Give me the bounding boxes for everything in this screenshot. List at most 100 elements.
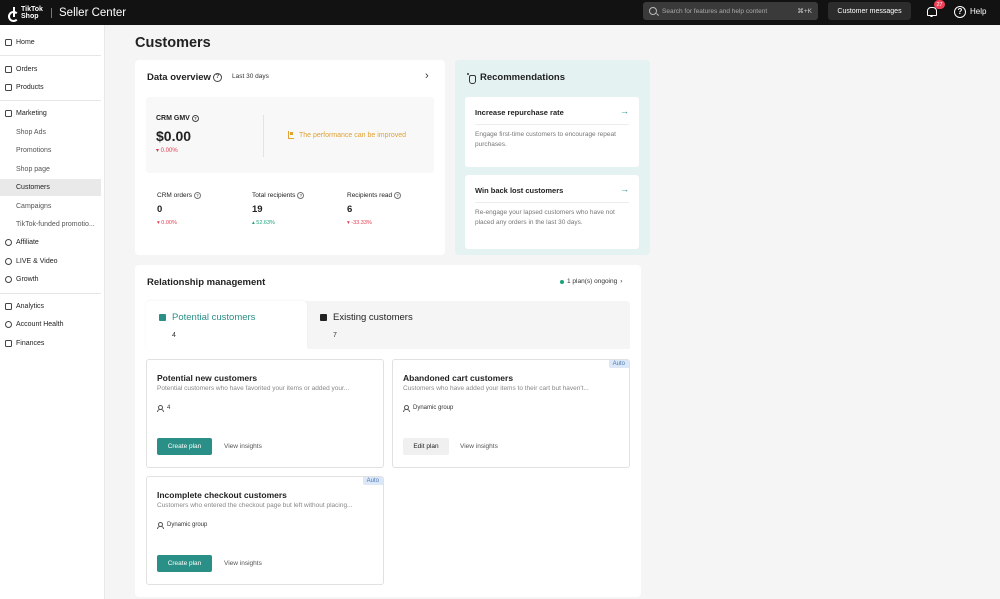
data-overview-title-text: Data overview (147, 72, 211, 83)
metric-change: ▾ 0.00% (157, 220, 177, 226)
lightbulb-icon (467, 72, 476, 84)
metric-crm-orders: CRM orders? 0 ▾ 0.00% (157, 192, 202, 226)
sidebar-item-home[interactable]: Home (0, 34, 101, 51)
view-insights-link[interactable]: View insights (224, 438, 262, 455)
tab-existing-customers[interactable]: Existing customers 7 (308, 301, 630, 349)
search-icon (649, 7, 657, 15)
auto-badge: Auto (608, 360, 629, 368)
shield-icon (5, 321, 12, 328)
info-icon[interactable]: ? (394, 192, 402, 199)
status-dot (560, 279, 564, 284)
products-icon (5, 84, 12, 91)
metric-label-text: CRM orders (157, 192, 193, 199)
sidebar-item-shop-ads[interactable]: Shop Ads (0, 124, 101, 141)
metric-label: Total recipients? (252, 192, 305, 199)
metric-change: ▴ 52.63% (252, 220, 275, 226)
arrow-right-icon[interactable]: → (620, 184, 629, 194)
sidebar-item-account-health[interactable]: Account Health (0, 316, 101, 333)
segment-card-potential-new: Potential new customers Potential custom… (146, 359, 384, 468)
growth-icon (5, 276, 12, 283)
sidebar-item-tiktok-funded[interactable]: TikTok-funded promotio... (0, 216, 101, 233)
segment-description: Customers who entered the checkout page … (157, 502, 353, 509)
metric-label-text: Total recipients (252, 192, 296, 199)
customer-tabs: Potential customers 4 Existing customers… (146, 301, 630, 349)
header-divider (51, 7, 52, 18)
relationship-management-card: Relationship management 1 plan(s) ongoin… (135, 265, 641, 597)
metric-value: 6 (347, 204, 353, 215)
user-icon (157, 405, 164, 412)
info-icon[interactable]: ? (191, 115, 199, 122)
sidebar-item-campaigns[interactable]: Campaigns (0, 198, 101, 215)
sidebar-item-growth[interactable]: Growth (0, 271, 101, 288)
sidebar-divider (0, 55, 101, 56)
sidebar-item-label: Home (16, 39, 35, 46)
recommendation-title: Increase repurchase rate (475, 108, 564, 117)
info-icon[interactable]: ? (212, 73, 222, 82)
customer-messages-button[interactable]: Customer messages (828, 2, 911, 20)
sidebar-item-analytics[interactable]: Analytics (0, 298, 101, 315)
recommendation-title: Win back lost customers (475, 186, 564, 195)
recommendations-title-text: Recommendations (480, 72, 565, 83)
help-icon[interactable]: ? (954, 6, 966, 18)
info-icon[interactable]: ? (194, 192, 202, 199)
segment-card-incomplete-checkout: Auto Incomplete checkout customers Custo… (146, 476, 384, 585)
segment-meta-text: Dynamic group (413, 405, 454, 411)
sidebar-item-label: Affiliate (16, 239, 39, 246)
create-plan-button[interactable]: Create plan (157, 438, 212, 455)
metric-change: ▾ -33.33% (347, 220, 372, 226)
relationship-title: Relationship management (147, 277, 266, 288)
tab-label: Potential customers (172, 312, 256, 323)
gmv-value: $0.00 (156, 128, 192, 144)
performance-note-text: The performance can be improved (299, 131, 406, 139)
edit-plan-button[interactable]: Edit plan (403, 438, 449, 455)
segment-meta: Dynamic group (157, 522, 207, 529)
bookmark-icon (159, 314, 166, 321)
analytics-icon (5, 303, 12, 310)
segment-meta: Dynamic group (403, 405, 454, 412)
recommendation-repurchase[interactable]: Increase repurchase rate → Engage first-… (465, 97, 639, 167)
info-icon[interactable]: ? (297, 192, 305, 199)
search-input[interactable]: Search for features and help content ⌘+K (643, 2, 818, 20)
tab-count: 7 (333, 332, 337, 339)
sidebar-item-finances[interactable]: Finances (0, 335, 101, 352)
segment-description: Customers who have added your items to t… (403, 385, 589, 392)
sidebar-item-label: Marketing (16, 110, 47, 117)
divider (475, 124, 629, 125)
sidebar-item-promotions[interactable]: Promotions (0, 142, 101, 159)
recommendation-win-back[interactable]: Win back lost customers → Re-engage your… (465, 175, 639, 249)
tiktok-shop-logo[interactable]: TikTok Shop (6, 6, 45, 22)
search-placeholder: Search for features and help content (662, 7, 768, 15)
tab-potential-customers[interactable]: Potential customers 4 (146, 301, 307, 349)
sidebar-item-label: LIVE & Video (16, 258, 58, 265)
user-icon (403, 405, 410, 412)
sidebar-item-marketing[interactable]: Marketing (0, 105, 101, 122)
megaphone-icon (5, 110, 12, 117)
tiktok-logo-icon (6, 6, 19, 22)
arrow-right-icon[interactable]: → (620, 106, 629, 116)
view-insights-link[interactable]: View insights (460, 438, 498, 455)
chevron-right-icon[interactable]: › (425, 70, 429, 82)
segment-title: Incomplete checkout customers (157, 490, 287, 500)
metric-label: CRM orders? (157, 192, 202, 199)
segment-card-abandoned-cart: Auto Abandoned cart customers Customers … (392, 359, 630, 468)
recommendations-title: Recommendations (467, 72, 565, 84)
metric-value: 0 (157, 204, 163, 215)
divider (475, 202, 629, 203)
sidebar-item-customers[interactable]: Customers (0, 179, 101, 196)
app-title: Seller Center (59, 6, 127, 19)
sidebar-item-shop-page[interactable]: Shop page (0, 161, 101, 178)
view-insights-link[interactable]: View insights (224, 555, 262, 572)
sidebar-item-affiliate[interactable]: Affiliate (0, 234, 101, 251)
ongoing-plans-link[interactable]: 1 plan(s) ongoing › (560, 278, 622, 285)
data-overview-title: Data overview ? (147, 72, 222, 83)
help-link[interactable]: Help (970, 7, 986, 16)
metric-label: Recipients read? (347, 192, 402, 199)
metric-total-recipients: Total recipients? 19 ▴ 52.63% (252, 192, 305, 226)
segment-meta: 4 (157, 405, 170, 412)
sidebar-item-live-video[interactable]: LIVE & Video (0, 253, 101, 270)
sidebar-item-label: Finances (16, 340, 45, 347)
sidebar-item-products[interactable]: Products (0, 79, 101, 96)
create-plan-button[interactable]: Create plan (157, 555, 212, 572)
tab-label: Existing customers (333, 312, 413, 323)
sidebar-item-orders[interactable]: Orders (0, 61, 101, 78)
